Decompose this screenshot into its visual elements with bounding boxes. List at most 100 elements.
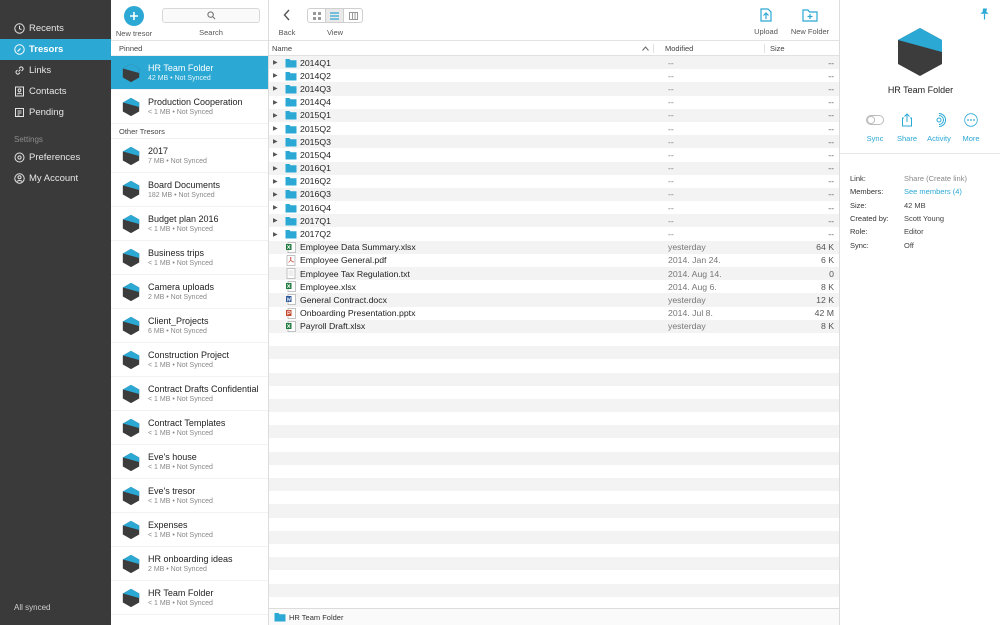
file-name: 2016Q1 xyxy=(300,163,331,174)
folder-row[interactable]: ▶ 2014Q1 -- -- xyxy=(269,56,839,70)
tresor-item[interactable]: HR Team Folder < 1 MB • Not Synced xyxy=(111,581,268,615)
tresor-item[interactable]: Budget plan 2016 < 1 MB • Not Synced xyxy=(111,207,268,241)
back-button[interactable]: Back xyxy=(277,6,297,37)
disclosure-triangle-icon[interactable]: ▶ xyxy=(273,231,285,238)
disclosure-triangle-icon[interactable]: ▶ xyxy=(273,72,285,79)
folder-row[interactable]: ▶ 2016Q3 -- -- xyxy=(269,187,839,202)
file-row[interactable]: Payroll Draft.xlsx yesterday 8 K xyxy=(269,319,839,333)
tresor-item[interactable]: Production Cooperation < 1 MB • Not Synce… xyxy=(111,90,268,124)
disclosure-triangle-icon[interactable]: ▶ xyxy=(273,85,285,92)
nav-item-preferences[interactable]: Preferences xyxy=(0,147,111,168)
modified-column-header[interactable]: Modified xyxy=(654,43,765,53)
sync-toggle-icon xyxy=(859,110,891,130)
tresor-item[interactable]: Camera uploads 2 MB • Not Synced xyxy=(111,275,268,309)
new-tresor-button[interactable]: New tresor xyxy=(115,6,153,38)
folder-row[interactable]: ▶ 2015Q1 -- -- xyxy=(269,108,839,122)
tresor-icon xyxy=(121,146,141,166)
file-row[interactable]: Onboarding Presentation.pptx 2014. Jul 8.… xyxy=(269,307,839,320)
grid-view-icon[interactable] xyxy=(308,9,326,22)
folder-row[interactable]: ▶ 2015Q2 -- -- xyxy=(269,122,839,135)
file-size: 8 K xyxy=(820,281,834,292)
sync-action-button[interactable]: Sync xyxy=(859,110,891,143)
pin-icon[interactable] xyxy=(979,8,990,22)
detail-property: Role: Editor xyxy=(850,225,967,238)
nav-item-links[interactable]: Links xyxy=(0,60,111,81)
file-name: Employee Tax Regulation.txt xyxy=(300,268,410,279)
nav-item-pending[interactable]: Pending xyxy=(0,102,111,123)
folder-row[interactable]: ▶ 2016Q4 -- -- xyxy=(269,201,839,214)
property-key: Sync: xyxy=(850,240,869,250)
more-action-button[interactable]: More xyxy=(955,110,987,143)
tresor-folder-icon xyxy=(274,613,286,622)
new-folder-button[interactable]: New Folder xyxy=(787,6,833,36)
tresor-item[interactable]: Client_Projects 6 MB • Not Synced xyxy=(111,309,268,343)
txt-file-icon xyxy=(285,268,297,279)
size-column-header[interactable]: Size xyxy=(765,44,839,53)
link-icon xyxy=(13,65,25,77)
folder-row[interactable]: ▶ 2016Q2 -- -- xyxy=(269,175,839,188)
file-size: -- xyxy=(828,57,834,68)
folder-row[interactable]: ▶ 2015Q4 -- -- xyxy=(269,148,839,161)
file-row[interactable]: Employee Tax Regulation.txt 2014. Aug 14.… xyxy=(269,267,839,281)
file-row[interactable]: Employee General.pdf 2014. Jan 24. 6 K xyxy=(269,254,839,267)
share-action-button[interactable]: Share xyxy=(891,110,923,143)
tresor-item[interactable]: Construction Project < 1 MB • Not Synced xyxy=(111,343,268,377)
folder-row[interactable]: ▶ 2014Q2 -- -- xyxy=(269,69,839,82)
disclosure-triangle-icon[interactable]: ▶ xyxy=(273,165,285,172)
tresor-item[interactable]: Expenses < 1 MB • Not Synced xyxy=(111,513,268,547)
name-column-header[interactable]: Name xyxy=(269,43,654,53)
disclosure-triangle-icon[interactable]: ▶ xyxy=(273,204,285,211)
disclosure-triangle-icon[interactable]: ▶ xyxy=(273,138,285,145)
disclosure-triangle-icon[interactable]: ▶ xyxy=(273,112,285,119)
tresor-item[interactable]: Eve's house < 1 MB • Not Synced xyxy=(111,445,268,479)
path-bar: HR Team Folder xyxy=(269,608,839,625)
tresor-item[interactable]: HR onboarding ideas 2 MB • Not Synced xyxy=(111,547,268,581)
property-value[interactable]: See members (4) xyxy=(904,187,962,196)
tresor-meta: 6 MB • Not Synced xyxy=(148,328,207,335)
file-row[interactable]: Employee Data Summary.xlsx yesterday 64 K xyxy=(269,240,839,254)
disclosure-triangle-icon[interactable]: ▶ xyxy=(273,151,285,158)
tresor-item[interactable]: HR Team Folder 42 MB • Not Synced xyxy=(111,56,268,90)
file-row[interactable]: General Contract.docx yesterday 12 K xyxy=(269,293,839,307)
folder-row[interactable]: ▶ 2014Q4 -- -- xyxy=(269,96,839,109)
tresor-icon xyxy=(121,452,141,472)
tresor-icon xyxy=(121,520,141,540)
tresor-search-input[interactable] xyxy=(162,8,260,23)
folder-icon xyxy=(285,229,297,240)
tresor-item[interactable]: Eve's tresor < 1 MB • Not Synced xyxy=(111,479,268,513)
empty-row xyxy=(269,478,839,492)
settings-section-label: Settings xyxy=(14,135,43,144)
folder-row[interactable]: ▶ 2014Q3 -- -- xyxy=(269,82,839,96)
disclosure-triangle-icon[interactable]: ▶ xyxy=(273,217,285,224)
upload-button[interactable]: Upload xyxy=(751,6,781,36)
nav-item-contacts[interactable]: Contacts xyxy=(0,81,111,102)
tresor-item[interactable]: Contract Drafts Confidential < 1 MB • Not… xyxy=(111,377,268,411)
file-row[interactable]: Employee.xlsx 2014. Aug 6. 8 K xyxy=(269,280,839,293)
property-value: Off xyxy=(904,240,914,250)
list-view-icon[interactable] xyxy=(326,9,344,22)
property-key: Created by: xyxy=(850,214,889,224)
file-modified: yesterday xyxy=(668,321,706,332)
column-view-icon[interactable] xyxy=(344,9,362,22)
disclosure-triangle-icon[interactable]: ▶ xyxy=(273,59,285,66)
nav-item-my-account[interactable]: My Account xyxy=(0,168,111,189)
nav-item-recents[interactable]: Recents xyxy=(0,18,111,39)
folder-row[interactable]: ▶ 2015Q3 -- -- xyxy=(269,135,839,149)
chevron-left-icon xyxy=(277,6,297,24)
action-label: Share xyxy=(896,134,917,143)
nav-item-tresors[interactable]: Tresors xyxy=(0,39,111,60)
disclosure-triangle-icon[interactable]: ▶ xyxy=(273,191,285,198)
disclosure-triangle-icon[interactable]: ▶ xyxy=(273,178,285,185)
folder-row[interactable]: ▶ 2017Q2 -- -- xyxy=(269,227,839,240)
tresor-item[interactable]: Business trips < 1 MB • Not Synced xyxy=(111,241,268,275)
tresor-item[interactable]: 2017 7 MB • Not Synced xyxy=(111,139,268,173)
property-value[interactable]: Share (Create link) xyxy=(904,174,967,183)
folder-row[interactable]: ▶ 2016Q1 -- -- xyxy=(269,161,839,175)
tresor-item[interactable]: Contract Templates < 1 MB • Not Synced xyxy=(111,411,268,445)
property-key: Size: xyxy=(850,200,867,210)
disclosure-triangle-icon[interactable]: ▶ xyxy=(273,125,285,132)
tresor-item[interactable]: Board Documents 182 MB • Not Synced xyxy=(111,173,268,207)
activity-action-button[interactable]: Activity xyxy=(923,110,955,143)
disclosure-triangle-icon[interactable]: ▶ xyxy=(273,99,285,106)
folder-row[interactable]: ▶ 2017Q1 -- -- xyxy=(269,214,839,228)
